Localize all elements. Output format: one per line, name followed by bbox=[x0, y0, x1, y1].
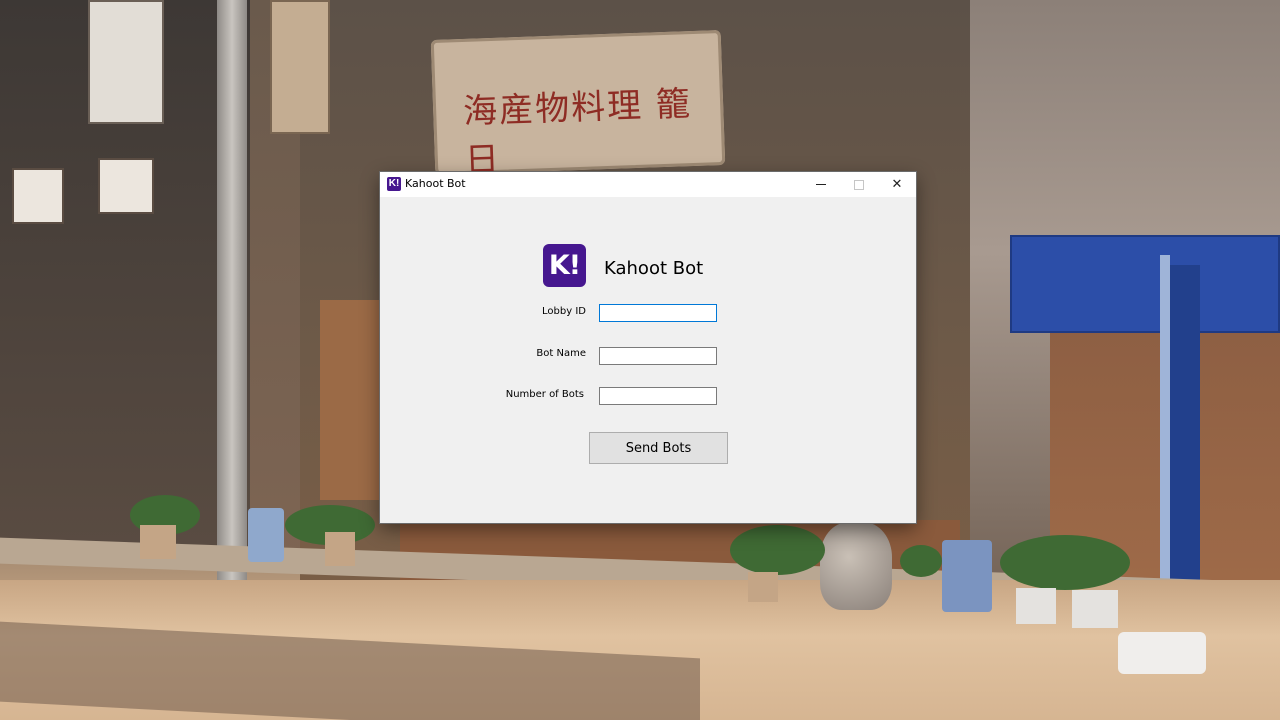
wallpaper-noren-curtain bbox=[1010, 235, 1280, 333]
wallpaper-small-sign bbox=[12, 168, 64, 224]
wallpaper-plant-4 bbox=[900, 545, 942, 577]
close-button[interactable]: ✕ bbox=[878, 172, 916, 197]
shop-sign-text: 海産物料理 籠日 bbox=[462, 84, 693, 181]
wallpaper-plant-3 bbox=[730, 525, 825, 575]
wallpaper-banner bbox=[1170, 265, 1200, 615]
minimize-button[interactable] bbox=[802, 172, 840, 197]
bot-count-label: Number of Bots bbox=[505, 389, 584, 400]
close-icon: ✕ bbox=[891, 177, 903, 192]
wallpaper-pot-5 bbox=[1072, 590, 1118, 628]
wallpaper-pot-2 bbox=[325, 532, 355, 566]
wallpaper-pot-3 bbox=[748, 572, 778, 602]
bot-name-input[interactable] bbox=[599, 347, 717, 365]
wallpaper-trash-bin bbox=[942, 540, 992, 612]
wallpaper-door bbox=[320, 300, 380, 500]
wallpaper-pot-4 bbox=[1016, 588, 1056, 624]
send-bots-button[interactable]: Send Bots bbox=[589, 432, 728, 464]
lobby-id-input[interactable] bbox=[599, 304, 717, 322]
wallpaper-banner-base bbox=[1118, 632, 1206, 674]
kahoot-app-icon: K! bbox=[387, 177, 401, 191]
app-heading: Kahoot Bot bbox=[604, 258, 704, 279]
lobby-id-label: Lobby ID bbox=[542, 306, 586, 317]
wallpaper-utility-pole bbox=[217, 0, 247, 590]
bot-count-input[interactable] bbox=[599, 387, 717, 405]
app-window: K! Kahoot Bot ✕ K! Kahoot Bot Lobby ID B… bbox=[380, 172, 916, 523]
wallpaper-trash-bin-2 bbox=[248, 508, 284, 562]
wallpaper-small-sign-2 bbox=[98, 158, 154, 214]
maximize-button[interactable] bbox=[840, 172, 878, 197]
wallpaper-plant-5 bbox=[1000, 535, 1130, 590]
kahoot-logo: K! bbox=[543, 244, 586, 287]
bot-name-label: Bot Name bbox=[536, 348, 586, 359]
wallpaper-tanuki-statue bbox=[820, 522, 892, 610]
wallpaper-vertical-sign-2 bbox=[270, 0, 330, 134]
maximize-icon bbox=[854, 179, 864, 190]
wallpaper-vertical-sign bbox=[88, 0, 164, 124]
wallpaper-shop-sign: 海産物料理 籠日 bbox=[430, 29, 726, 181]
title-bar[interactable]: K! Kahoot Bot ✕ bbox=[380, 172, 916, 197]
minimize-icon bbox=[816, 184, 826, 185]
window-title: Kahoot Bot bbox=[405, 177, 466, 190]
wallpaper-pot bbox=[140, 525, 176, 559]
